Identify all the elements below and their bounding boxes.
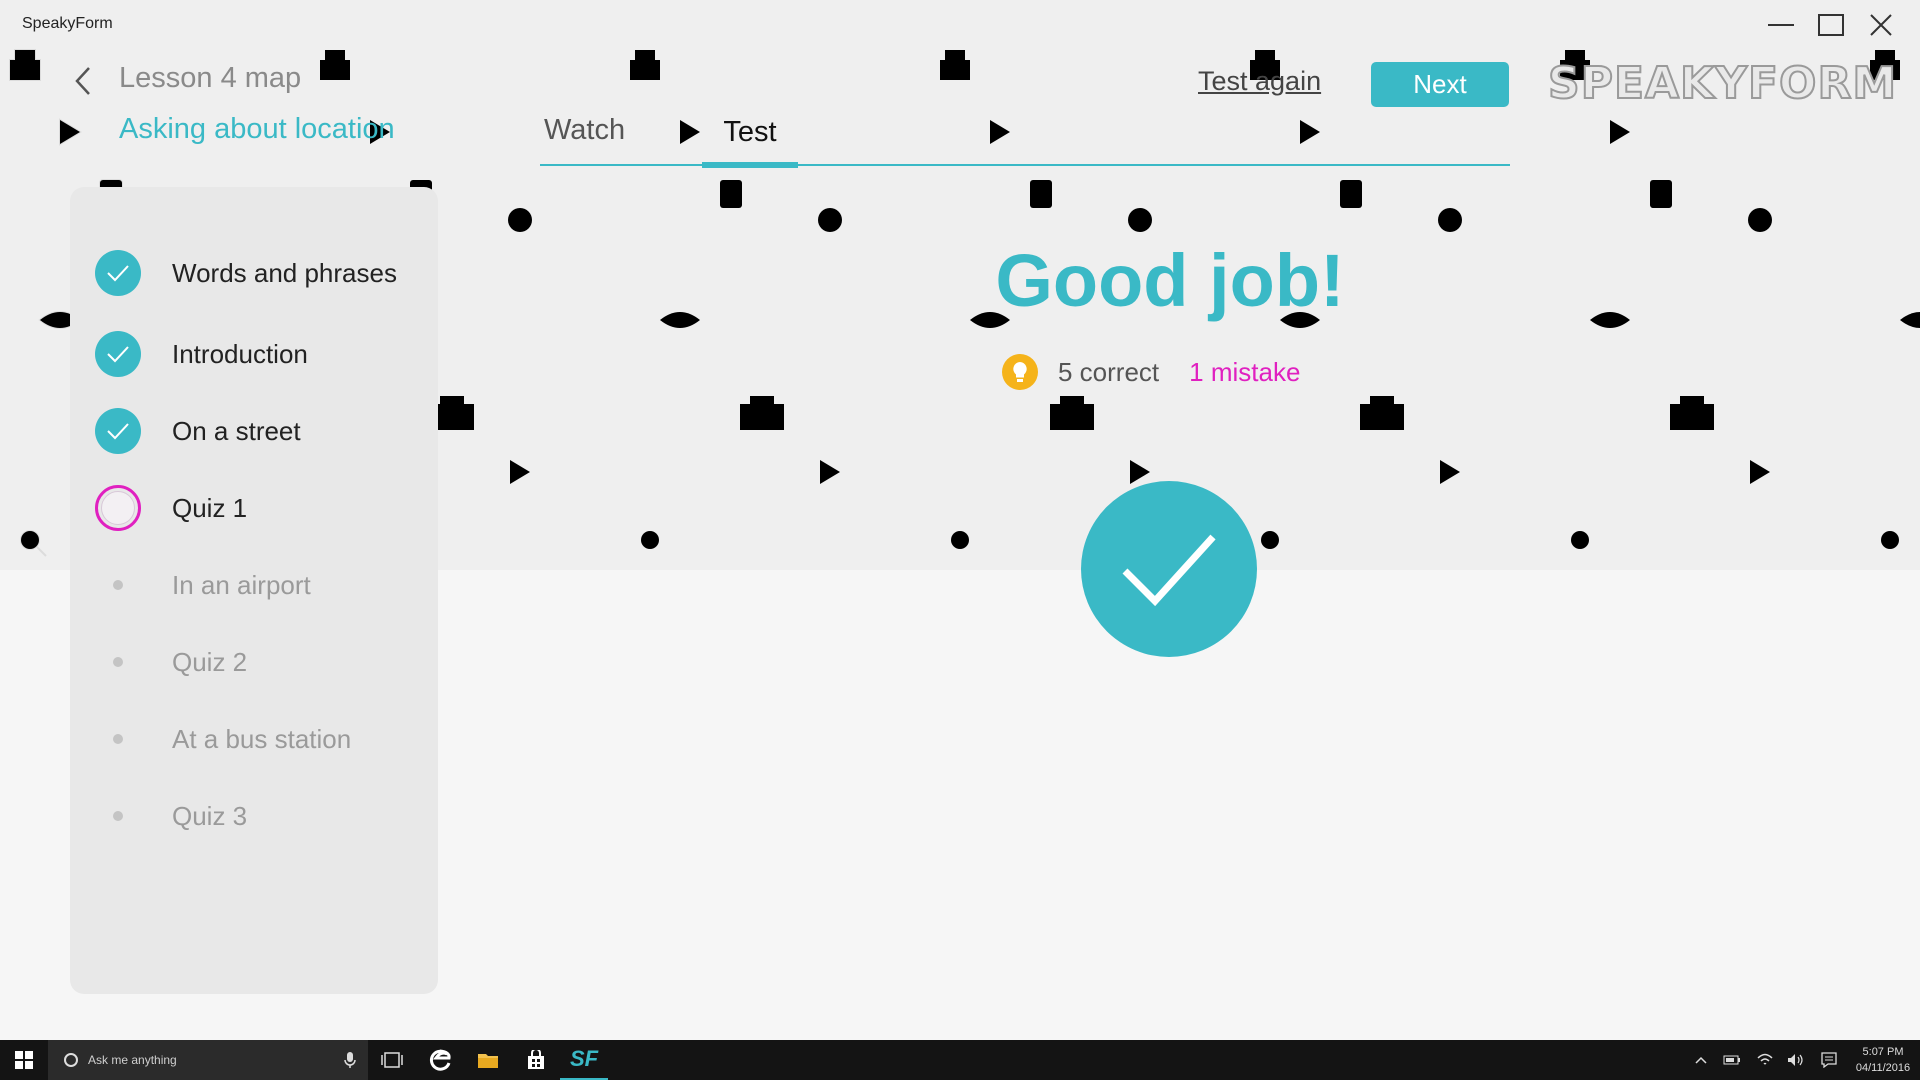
back-button[interactable] [70, 64, 96, 98]
sidebar-item-label: On a street [172, 415, 301, 446]
current-ring-icon [95, 485, 141, 531]
speakyform-icon: SF [569, 1046, 599, 1071]
edge-icon [429, 1049, 451, 1071]
minimize-icon [1768, 24, 1794, 26]
title-bar: SpeakyForm [0, 0, 1920, 50]
brand-logo: SPEAKYFORM [1547, 57, 1898, 110]
correct-count: 5 correct [1058, 356, 1160, 387]
sidebar-item-label: Quiz 3 [172, 800, 248, 831]
battery-button[interactable] [1718, 1040, 1746, 1080]
speakyform-taskbar-button[interactable]: SF [560, 1040, 608, 1080]
result-headline: Good job! [995, 239, 1345, 322]
minimize-button[interactable] [1758, 8, 1804, 42]
taskbar-search[interactable]: Ask me anything [48, 1040, 368, 1080]
close-icon [1870, 14, 1892, 36]
sidebar-item-quiz-3: Quiz 3 [70, 786, 438, 846]
tab-test[interactable]: Test [702, 116, 798, 168]
completed-marker [95, 331, 141, 377]
file-explorer-button[interactable] [464, 1040, 512, 1080]
close-button[interactable] [1858, 8, 1904, 42]
locked-dot-icon [113, 811, 123, 821]
completed-marker [95, 408, 141, 454]
folder-icon [478, 1054, 498, 1068]
lesson-map-link[interactable]: Lesson 4 map [119, 62, 301, 95]
maximize-icon [1818, 14, 1844, 36]
edge-button[interactable] [416, 1040, 464, 1080]
sidebar-item-label: Quiz 1 [172, 492, 248, 523]
completed-marker [95, 250, 141, 296]
action-center-button[interactable] [1815, 1040, 1843, 1080]
sidebar-item-quiz-2: Quiz 2 [70, 632, 438, 692]
chevron-up-icon [1695, 1056, 1707, 1064]
sidebar-item-label: Words and phrases [172, 257, 397, 288]
check-icon [95, 250, 141, 296]
task-view-button[interactable] [368, 1040, 416, 1080]
notification-icon [1821, 1052, 1837, 1068]
check-icon [95, 408, 141, 454]
sidebar-item-introduction[interactable]: Introduction [70, 324, 438, 384]
maximize-button[interactable] [1808, 8, 1854, 42]
speaker-icon [1788, 1054, 1803, 1066]
next-button[interactable]: Next [1371, 62, 1509, 107]
network-button[interactable] [1752, 1040, 1778, 1080]
current-marker [95, 485, 141, 531]
search-placeholder: Ask me anything [88, 1053, 177, 1067]
locked-dot-icon [113, 734, 123, 744]
app-title: SpeakyForm [22, 15, 113, 32]
battery-icon [1723, 1055, 1740, 1065]
cortana-icon [64, 1053, 78, 1067]
show-hidden-icons-button[interactable] [1690, 1040, 1712, 1080]
lesson-sidebar: Words and phrases Introduction On a stre… [70, 187, 438, 994]
sidebar-item-label: Introduction [172, 338, 308, 369]
volume-button[interactable] [1782, 1040, 1808, 1080]
store-icon [528, 1050, 544, 1069]
success-check-icon [1081, 481, 1257, 657]
check-icon [95, 331, 141, 377]
sidebar-item-label: In an airport [172, 569, 311, 600]
start-button[interactable] [0, 1040, 48, 1080]
locked-dot-icon [113, 657, 123, 667]
lightbulb-icon [1002, 354, 1038, 390]
sidebar-item-words-and-phrases[interactable]: Words and phrases [70, 243, 438, 303]
mistake-count: 1 mistake [1189, 356, 1301, 387]
clock-time: 5:07 PM [1862, 1046, 1904, 1058]
store-button[interactable] [512, 1040, 560, 1080]
lesson-title: Asking about location [119, 113, 395, 145]
sidebar-item-label: Quiz 2 [172, 646, 248, 677]
sidebar-item-on-a-street[interactable]: On a street [70, 401, 438, 461]
score-summary: 5 correct 1 mistake [1002, 352, 1300, 392]
windows-icon [15, 1051, 33, 1069]
sidebar-item-in-an-airport: In an airport [70, 555, 438, 615]
sidebar-item-quiz-1[interactable]: Quiz 1 [70, 478, 438, 538]
tab-watch[interactable]: Watch [544, 114, 625, 170]
system-clock[interactable]: 5:07 PM 04/11/2016 [1852, 1044, 1914, 1076]
taskbar: Ask me anything SF 5:07 PM 04/11/2016 [0, 1040, 1920, 1080]
microphone-icon[interactable] [344, 1052, 356, 1068]
sidebar-item-at-a-bus-station: At a bus station [70, 709, 438, 769]
test-again-link[interactable]: Test again [1198, 66, 1321, 97]
wifi-icon [1757, 1053, 1773, 1065]
task-view-icon [381, 1052, 403, 1068]
chevron-left-icon [75, 67, 90, 95]
sidebar-item-label: At a bus station [172, 723, 352, 754]
clock-date: 04/11/2016 [1855, 1062, 1911, 1074]
locked-dot-icon [113, 580, 123, 590]
tab-bar: Watch Test [540, 110, 1510, 168]
